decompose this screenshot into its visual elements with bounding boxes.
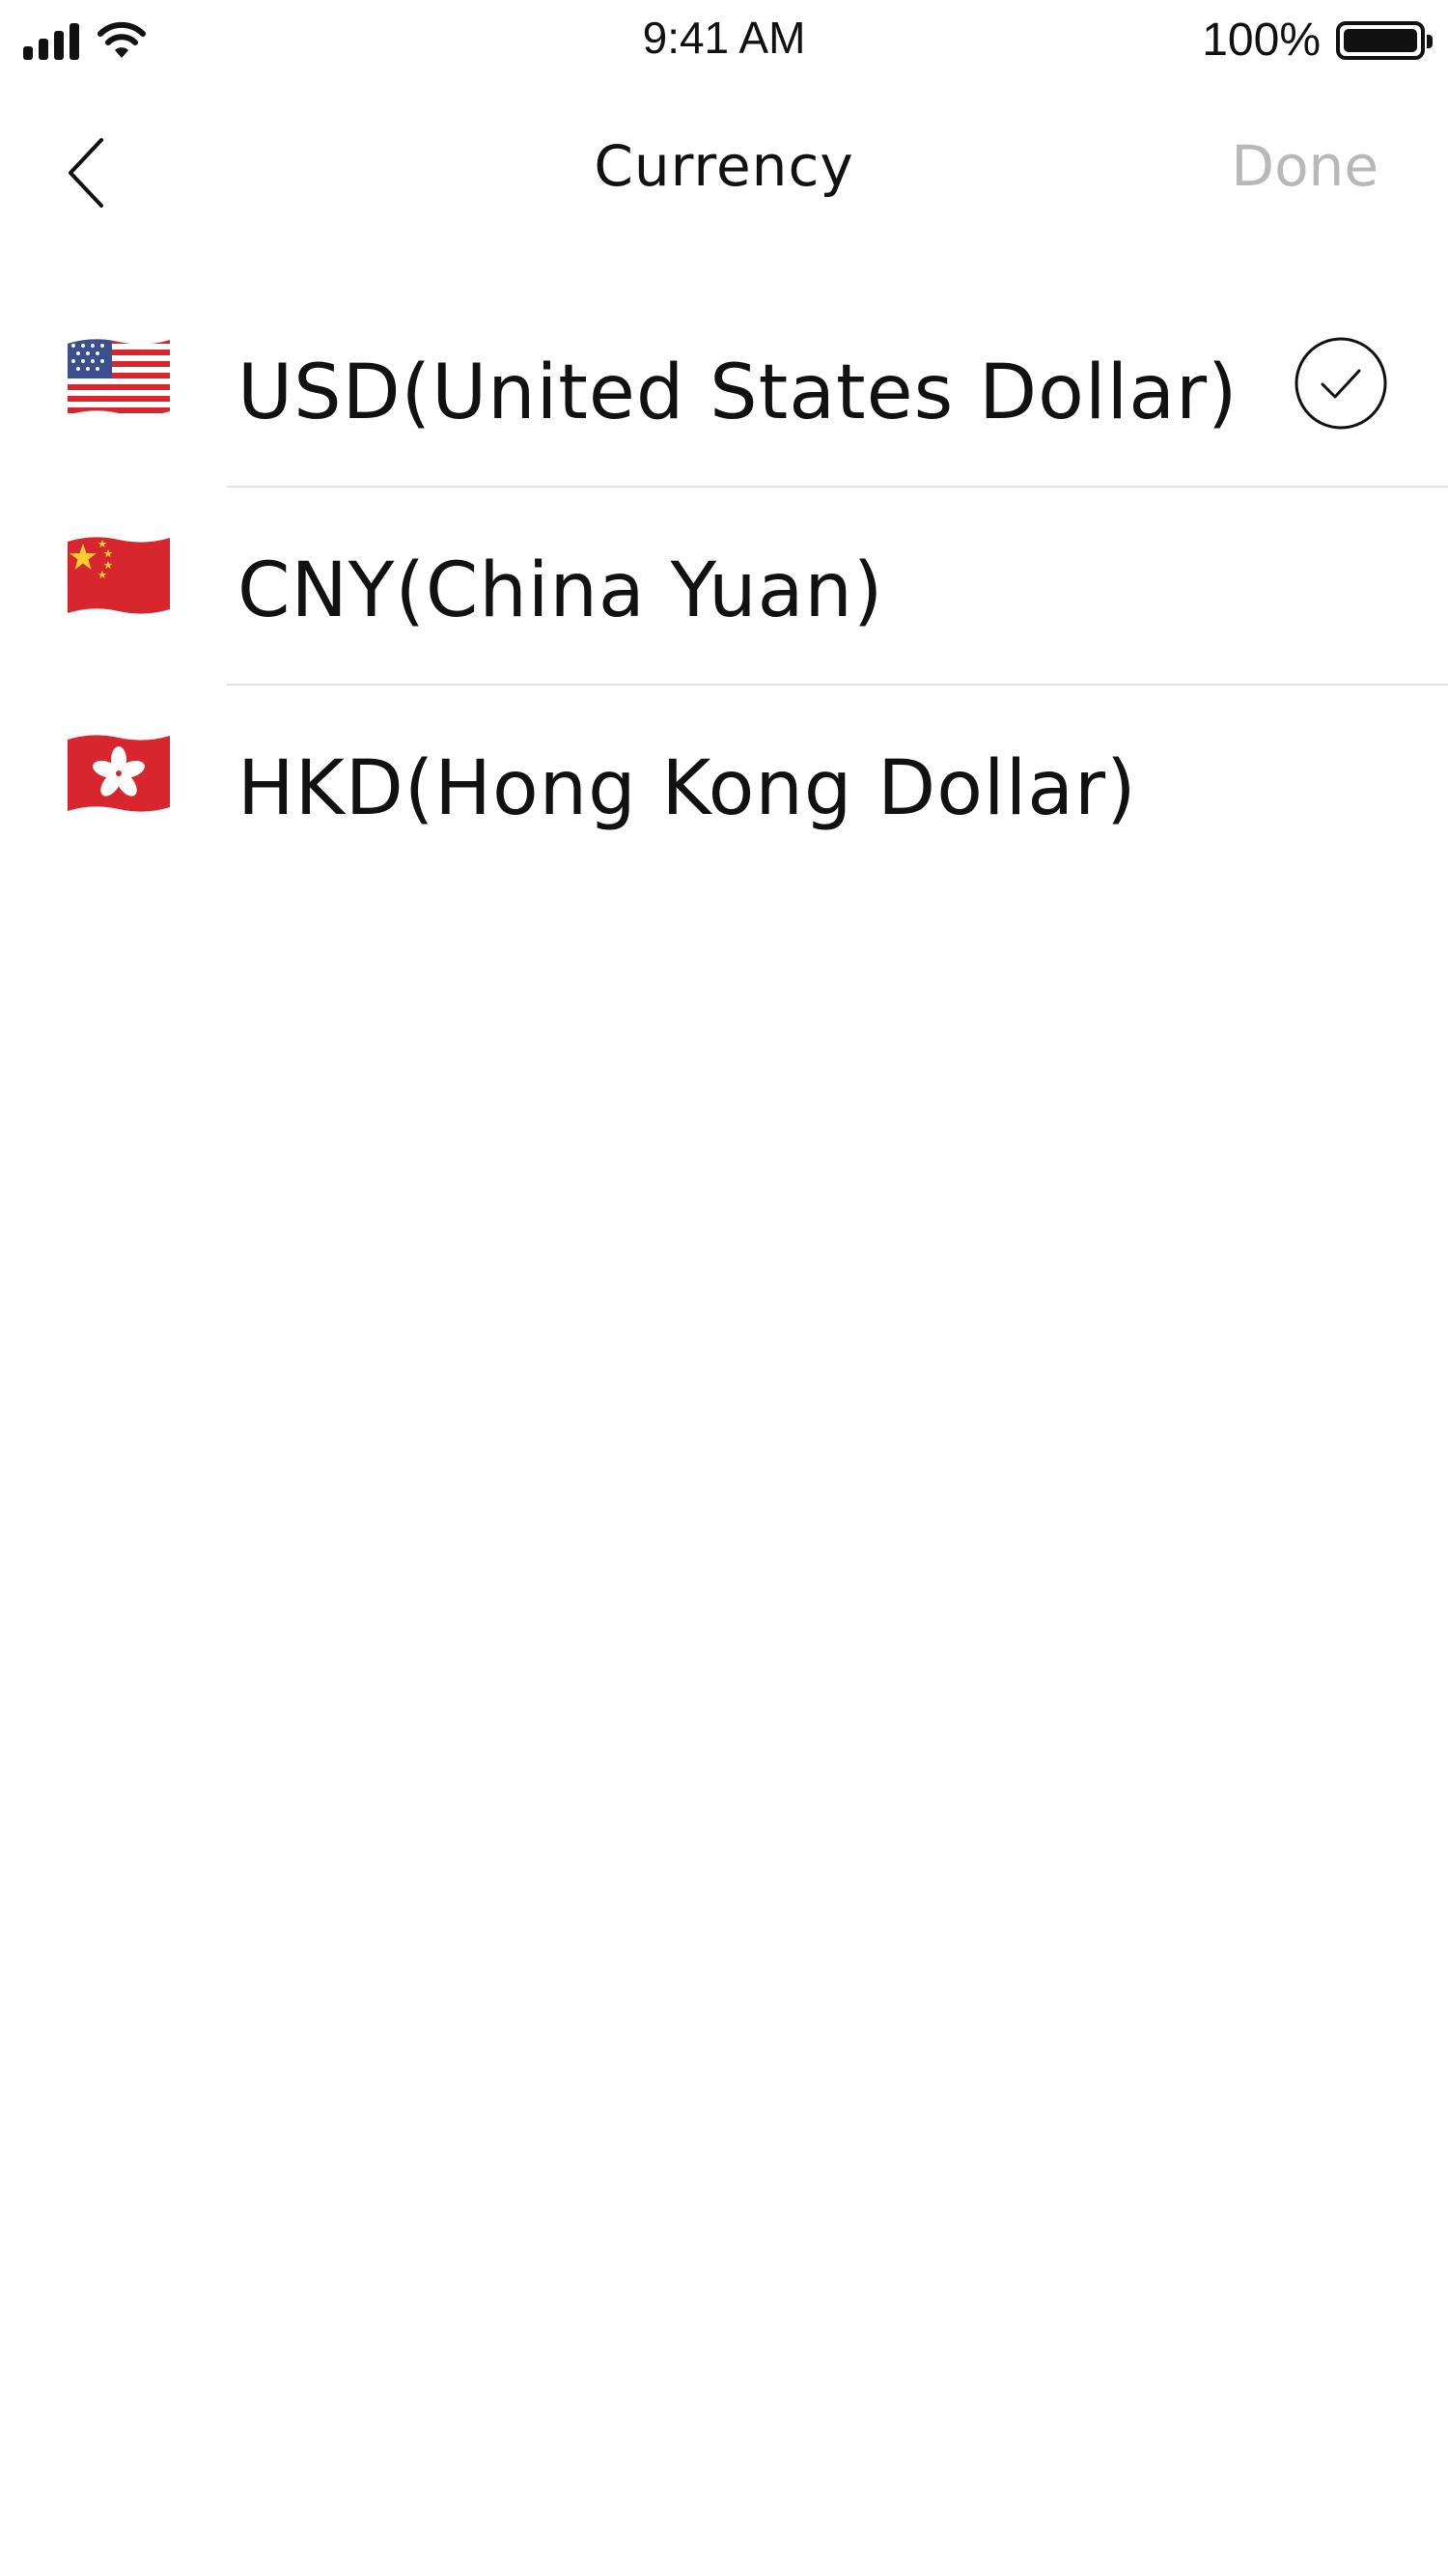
us-flag-icon <box>68 339 170 416</box>
currency-label: HKD(Hong Kong Dollar) <box>237 745 1137 832</box>
currency-item-cny[interactable]: CNY(China Yuan) <box>0 488 1448 686</box>
hong-kong-flag-icon <box>68 735 170 812</box>
status-bar: 9:41 AM 100% <box>0 0 1448 83</box>
china-flag-icon <box>68 537 170 614</box>
checkmark-circle-icon <box>1295 337 1387 430</box>
currency-item-hkd[interactable]: HKD(Hong Kong Dollar) <box>0 686 1448 883</box>
currency-item-usd[interactable]: USD(United States Dollar) <box>0 290 1448 488</box>
battery-icon <box>1336 20 1433 60</box>
battery-percentage: 100% <box>1202 14 1321 66</box>
currency-label: CNY(China Yuan) <box>237 547 884 634</box>
done-button[interactable]: Done <box>1231 133 1378 199</box>
currency-label: USD(United States Dollar) <box>237 350 1239 436</box>
status-indicators-right: 100% <box>1202 14 1433 67</box>
navigation-bar: Currency Done <box>0 106 1448 232</box>
currency-list: USD(United States Dollar) CNY(China Yuan… <box>0 290 1448 883</box>
